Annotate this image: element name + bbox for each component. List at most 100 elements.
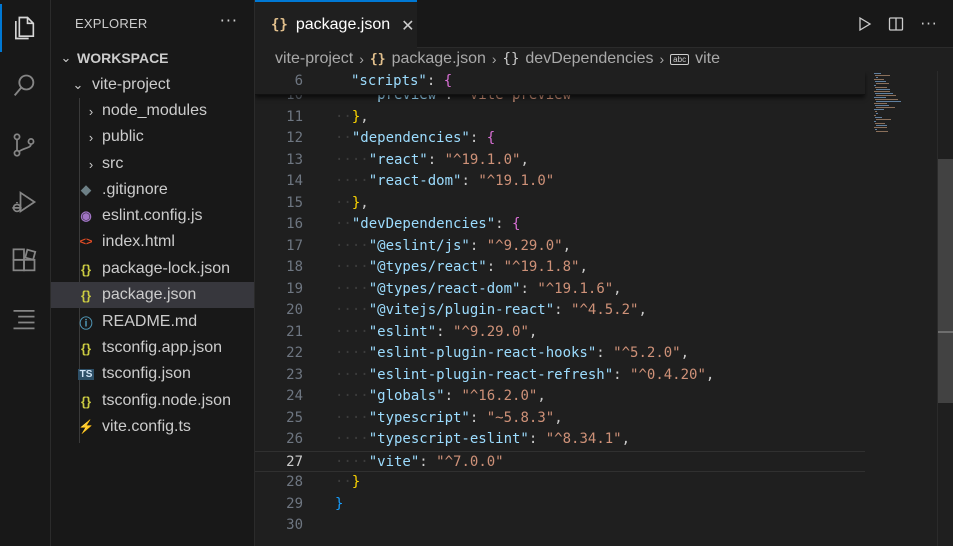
minimap-line xyxy=(875,117,883,118)
code-line[interactable]: 25 ····"typescript": "~5.8.3", xyxy=(255,408,865,430)
line-number: 12 xyxy=(286,130,303,146)
tree-item-package-json[interactable]: {} package.json xyxy=(51,282,254,308)
code-text: ····"eslint": "^9.29.0", xyxy=(335,323,538,340)
code-text: "scripts": { xyxy=(351,73,453,89)
code-line[interactable]: 30 xyxy=(255,515,865,537)
json-file-icon: {} xyxy=(271,17,288,33)
code-line[interactable]: 23 ····"eslint-plugin-react-refresh": "^0… xyxy=(255,365,865,387)
scrollbar-thumb[interactable] xyxy=(938,159,953,403)
minimap-line xyxy=(874,97,886,98)
typescript-file-icon: TS xyxy=(78,368,94,380)
line-number: 28 xyxy=(286,474,303,490)
tree-item-eslint-config[interactable]: ◉ eslint.config.js xyxy=(51,203,254,229)
tree-item-src[interactable]: › src xyxy=(51,151,254,177)
breadcrumb-item[interactable]: vite-project xyxy=(275,50,353,68)
tree-item-package-lock[interactable]: {} package-lock.json xyxy=(51,256,254,282)
workspace-header[interactable]: ⌄ WORKSPACE xyxy=(51,45,254,71)
minimap[interactable] xyxy=(870,71,930,141)
git-file-icon: ◆ xyxy=(81,182,91,197)
close-icon[interactable]: ✕ xyxy=(401,16,414,35)
search-icon[interactable] xyxy=(0,62,48,110)
line-number: 24 xyxy=(286,388,303,404)
code-line[interactable]: 11 ··}, xyxy=(255,107,865,129)
line-number: 26 xyxy=(286,431,303,447)
tree-item-tsconfig[interactable]: TS tsconfig.json xyxy=(51,361,254,387)
line-number: 15 xyxy=(286,194,303,211)
code-line[interactable]: 13 ····"react": "^19.1.0", xyxy=(255,150,865,172)
chevron-right-icon: › xyxy=(359,51,364,67)
code-line[interactable]: 18 ····"@types/react": "^19.1.8", xyxy=(255,257,865,279)
code-text: ····"react": "^19.1.0", xyxy=(335,151,529,168)
split-editor-icon[interactable] xyxy=(886,14,906,34)
tree-item-label: vite-project xyxy=(92,76,171,93)
tree-item-tsconfig-node[interactable]: {} tsconfig.node.json xyxy=(51,388,254,414)
code-line[interactable]: 12 ··"dependencies": { xyxy=(255,128,865,150)
minimap-line xyxy=(876,77,878,78)
code-text: ··"devDependencies": { xyxy=(335,216,521,232)
tree-item-readme[interactable]: ⓘ README.md xyxy=(51,309,254,335)
chevron-right-icon: › xyxy=(88,129,94,145)
minimap-line xyxy=(874,79,885,80)
line-number: 25 xyxy=(286,409,303,426)
code-line[interactable]: 28 ··} xyxy=(255,472,865,494)
source-control-icon[interactable] xyxy=(0,121,48,169)
minimap-line xyxy=(874,121,876,122)
chevron-down-icon: ⌄ xyxy=(72,77,84,92)
tree-item-label: index.html xyxy=(102,233,175,250)
code-line[interactable]: 14 ····"react-dom": "^19.1.0" xyxy=(255,171,865,193)
tree-item-gitignore[interactable]: ◆ .gitignore xyxy=(51,177,254,203)
chevron-right-icon: › xyxy=(659,51,665,67)
code-line[interactable]: 22 ····"eslint-plugin-react-hooks": "^5.2… xyxy=(255,343,865,365)
minimap-line xyxy=(875,129,877,130)
code-text: ····"globals": "^16.2.0", xyxy=(335,388,546,404)
tree-item-label: package.json xyxy=(102,286,197,303)
minimap-line xyxy=(875,105,889,106)
minimap-line xyxy=(876,107,895,108)
code-line[interactable]: 15 ··}, xyxy=(255,193,865,215)
outline-icon[interactable] xyxy=(0,295,48,343)
breadcrumb-item[interactable]: package.json xyxy=(392,50,486,68)
minimap-line xyxy=(875,93,893,94)
code-line[interactable]: 17 ····"@eslint/js": "^9.29.0", xyxy=(255,236,865,258)
run-debug-icon[interactable] xyxy=(0,178,48,226)
tab-bar: {} package.json ✕ ··· xyxy=(255,0,953,48)
code-line[interactable]: 27 ····"vite": "^7.0.0" xyxy=(255,450,865,472)
tree-item-index-html[interactable]: <> index.html xyxy=(51,229,254,255)
breadcrumb-item[interactable]: vite xyxy=(695,50,720,68)
tree-item-label: node_modules xyxy=(102,102,207,119)
json-file-icon: {} xyxy=(80,340,92,356)
run-icon[interactable] xyxy=(855,14,875,34)
workspace-label: WORKSPACE xyxy=(77,50,169,66)
json-file-icon: {} xyxy=(80,393,92,409)
code-line[interactable]: 6 "scripts": { xyxy=(255,71,865,93)
tree-item-node-modules[interactable]: › node_modules xyxy=(51,98,254,124)
code-line[interactable]: 21 ····"eslint": "^9.29.0", xyxy=(255,322,865,344)
code-line[interactable]: 29} xyxy=(255,494,865,516)
tree-item-label: src xyxy=(102,155,124,172)
line-number: 13 xyxy=(286,151,303,168)
tab-package-json[interactable]: {} package.json ✕ xyxy=(255,0,417,48)
more-actions-icon[interactable]: ··· xyxy=(220,11,238,30)
minimap-line xyxy=(876,83,890,84)
code-line[interactable]: 19 ····"@types/react-dom": "^19.1.6", xyxy=(255,279,865,301)
line-number: 11 xyxy=(286,108,303,125)
sticky-scroll-header[interactable]: 6 "scripts": { xyxy=(255,71,865,95)
files-icon[interactable] xyxy=(0,4,48,52)
breadcrumb-item[interactable]: devDependencies xyxy=(525,50,653,68)
code-editor[interactable]: 10 ····"preview": "vite preview" 11 ··}, 12 ·… xyxy=(255,71,937,546)
tree-item-tsconfig-app[interactable]: {} tsconfig.app.json xyxy=(51,335,254,361)
minimap-line xyxy=(876,119,891,120)
tree-item-public[interactable]: › public xyxy=(51,124,254,150)
editor-scrollbar[interactable] xyxy=(937,71,953,546)
more-actions-icon[interactable]: ··· xyxy=(919,14,939,34)
code-text: ····"@types/react": "^19.1.8", xyxy=(335,259,588,275)
minimap-line xyxy=(874,109,884,110)
tree-item-vite-config[interactable]: ⚡ vite.config.ts xyxy=(51,414,254,440)
tree-item-vite-project[interactable]: ⌄ vite-project xyxy=(51,72,254,98)
code-line[interactable]: 16 ··"devDependencies": { xyxy=(255,214,865,236)
code-line[interactable]: 24 ····"globals": "^16.2.0", xyxy=(255,386,865,408)
activity-bar xyxy=(0,0,51,546)
code-line[interactable]: 26 ····"typescript-eslint": "^8.34.1", xyxy=(255,429,865,451)
extensions-icon[interactable] xyxy=(0,237,48,285)
code-line[interactable]: 20 ····"@vitejs/plugin-react": "^4.5.2", xyxy=(255,300,865,322)
